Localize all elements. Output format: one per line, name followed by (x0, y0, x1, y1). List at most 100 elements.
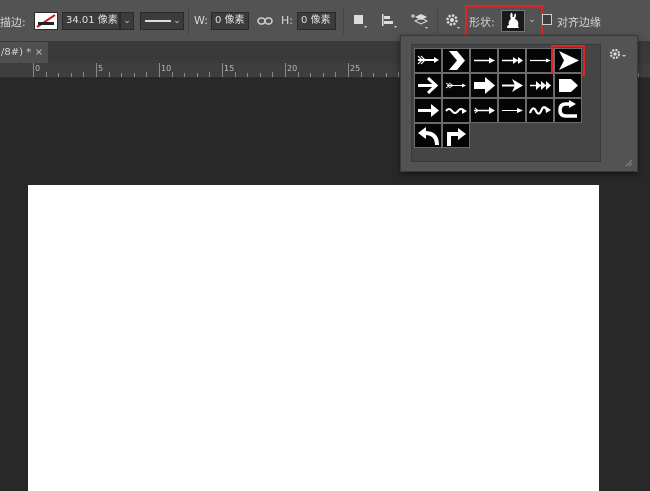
ruler-tick (121, 73, 123, 77)
arrow-feathered-icon (417, 55, 439, 65)
document-canvas[interactable] (28, 185, 599, 491)
arrow-wavy-icon (445, 108, 467, 114)
picker-settings-button[interactable] (607, 46, 629, 62)
ruler-tick (272, 72, 274, 77)
ruler-tick (133, 73, 135, 77)
shape-swatch[interactable] (498, 98, 526, 123)
width-field[interactable]: 0 像素 (211, 12, 249, 30)
ruler-label: 25 (350, 64, 361, 73)
arrow-triple-head-icon (530, 81, 551, 90)
ruler-tick (222, 63, 223, 77)
height-label: H: (281, 14, 293, 27)
arrow-right-selected-icon (418, 76, 439, 95)
align-edges-checkbox[interactable] (542, 14, 552, 25)
arrow-turn-right-icon (447, 128, 466, 146)
align-left-icon (382, 14, 397, 28)
shape-swatch[interactable] (554, 98, 582, 123)
height-field[interactable]: 0 像素 (297, 12, 336, 30)
shape-swatch[interactable] (551, 45, 585, 76)
shape-swatch[interactable] (442, 98, 470, 123)
ruler-tick (146, 72, 148, 77)
stroke-color-swatch[interactable] (34, 12, 58, 30)
gear-icon (446, 14, 460, 29)
path-alignment-button[interactable] (380, 12, 398, 30)
shape-swatch[interactable] (470, 48, 498, 73)
shape-swatch[interactable] (554, 73, 582, 98)
ruler-tick (247, 73, 249, 77)
ruler-label: 0 (35, 64, 41, 73)
path-arrangement-button[interactable] (410, 11, 430, 31)
chevron-down-icon: ⌄ (123, 16, 131, 26)
custom-shape-picker-panel (400, 35, 638, 172)
shape-swatch[interactable] (442, 123, 470, 148)
stroke-width-field[interactable]: 34.01 像素 (62, 12, 120, 30)
stroke-width-dropdown[interactable]: ⌄ (120, 12, 134, 30)
shape-swatch[interactable] (414, 98, 442, 123)
chevron-down-icon: ⌄ (173, 16, 181, 26)
shape-swatch[interactable] (526, 48, 554, 73)
ruler-tick (159, 63, 160, 77)
ruler-label: 20 (287, 64, 298, 73)
path-options-button[interactable] (444, 12, 462, 30)
ruler-tick (108, 72, 110, 77)
shape-swatch[interactable] (414, 73, 442, 98)
ruler-tick (285, 63, 286, 77)
chevron-arrow-icon (449, 51, 465, 70)
stroke-type-dropdown[interactable]: ⌄ (140, 12, 184, 30)
arrow-tail-icon (445, 82, 466, 89)
ruler-tick (171, 72, 173, 77)
no-color-icon (36, 14, 56, 28)
shape-swatch[interactable] (414, 48, 442, 73)
ruler-tick (234, 72, 236, 77)
shape-swatch[interactable] (470, 73, 498, 98)
resize-grip-icon[interactable] (625, 159, 633, 167)
triangle-arrow-icon (559, 51, 579, 70)
layers-arrange-icon (411, 14, 429, 29)
ruler-tick (45, 72, 47, 77)
shape-swatch[interactable] (498, 48, 526, 73)
shape-swatch[interactable] (442, 48, 470, 73)
shape-swatch[interactable] (414, 123, 442, 148)
shape-grid (411, 44, 601, 162)
ruler-tick (83, 72, 85, 77)
arrow-notched-icon (502, 79, 523, 92)
ruler-tick (70, 73, 72, 77)
path-operations-button[interactable] (352, 12, 368, 30)
arrow-squiggle-icon (528, 106, 551, 115)
arrow-thin-icon (530, 58, 551, 63)
link-icon[interactable] (257, 14, 273, 28)
ruler-tick (373, 73, 375, 77)
shape-highlight-box (465, 5, 543, 37)
ruler-tick (33, 63, 34, 77)
line-style-icon (145, 20, 171, 22)
arrow-bold-icon (474, 77, 495, 94)
photoshop-window: 描边: 34.01 像素 ⌄ ⌄ W: 0 像素 H: 0 像素 形状: ⌄ 对… (0, 0, 650, 491)
align-edges-label: 对齐边缘 (557, 16, 601, 29)
gear-icon (609, 48, 626, 60)
ruler-tick (96, 63, 97, 77)
ruler-label: 5 (98, 64, 104, 73)
arrow-double-tip-icon (502, 57, 523, 64)
shape-swatch[interactable] (470, 98, 498, 123)
shape-swatch[interactable] (526, 73, 554, 98)
ruler-tick (209, 72, 211, 77)
ruler-label: 15 (224, 64, 235, 73)
ruler-tick (348, 63, 349, 77)
ruler-tick (322, 73, 324, 77)
ruler-tick (360, 72, 362, 77)
stroke-label: 描边: (0, 16, 26, 29)
arrow-fletched-icon (474, 107, 495, 114)
ruler-tick (196, 73, 198, 77)
shape-swatch[interactable] (526, 98, 554, 123)
arrow-pentagon-icon (559, 79, 578, 92)
square-icon (354, 15, 367, 28)
document-tab-title: /8#) * (1, 47, 32, 58)
close-icon[interactable]: × (33, 42, 45, 63)
ruler-label: 10 (161, 64, 172, 73)
ruler-tick (385, 73, 387, 77)
shape-swatch[interactable] (442, 73, 470, 98)
shape-swatch[interactable] (498, 73, 526, 98)
ruler-tick (297, 72, 299, 77)
width-label: W: (194, 14, 208, 27)
ruler-tick (58, 73, 60, 77)
